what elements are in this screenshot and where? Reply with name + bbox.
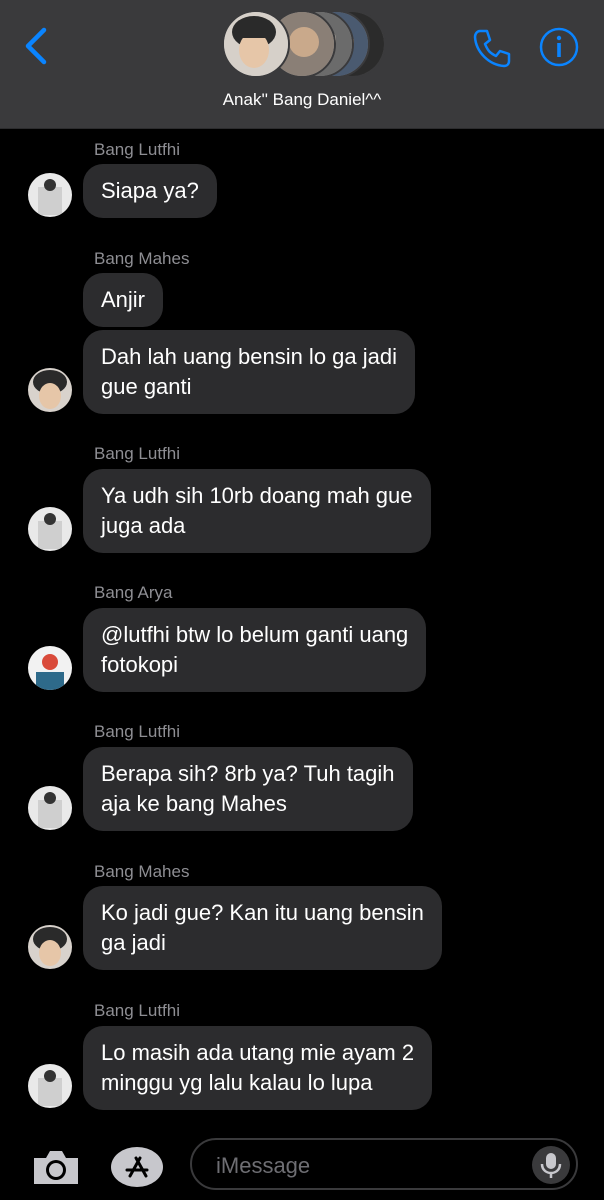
message-bubble[interactable]: Anjir xyxy=(83,273,164,327)
conversation-header: Anak'' Bang Daniel^^ xyxy=(0,0,604,129)
sender-name: Bang Mahes xyxy=(94,249,190,268)
app-store-button[interactable] xyxy=(110,1146,164,1188)
avatar xyxy=(28,925,72,969)
app-store-icon xyxy=(111,1147,163,1187)
sender-name: Bang Arya xyxy=(94,583,173,602)
sender-name: Bang Lutfhi xyxy=(94,722,181,741)
message-bubble[interactable]: Dah lah uang bensin lo ga jadi gue ganti xyxy=(83,330,416,414)
message-field[interactable] xyxy=(190,1138,578,1190)
sender-name: Bang Mahes xyxy=(94,862,190,881)
message-bubble[interactable]: @lutfhi btw lo belum ganti uang fotokopi xyxy=(83,608,427,692)
avatar xyxy=(28,1064,72,1108)
sender-name: Bang Lutfhi xyxy=(94,444,181,463)
avatar xyxy=(28,173,72,217)
avatar xyxy=(28,786,72,830)
avatar xyxy=(28,507,72,551)
sender-name: Bang Lutfhi xyxy=(94,140,181,159)
info-icon xyxy=(539,27,579,67)
group-avatar-stack[interactable] xyxy=(222,10,386,78)
group-name[interactable]: Anak'' Bang Daniel^^ xyxy=(0,90,604,110)
message-bubble[interactable]: Lo masih ada utang mie ayam 2 minggu yg … xyxy=(83,1026,433,1110)
message-input[interactable] xyxy=(214,1150,518,1182)
group-member-avatar xyxy=(222,10,290,78)
info-button[interactable] xyxy=(538,26,580,68)
sender-name: Bang Lutfhi xyxy=(94,1001,181,1020)
call-button[interactable] xyxy=(470,26,514,70)
message-composer xyxy=(0,1128,604,1200)
message-bubble[interactable]: Ya udh sih 10rb doang mah gue juga ada xyxy=(83,469,431,553)
back-button[interactable] xyxy=(22,26,52,66)
microphone-icon xyxy=(540,1153,562,1178)
avatar xyxy=(28,368,72,412)
microphone-button[interactable] xyxy=(532,1146,570,1184)
message-bubble[interactable]: Berapa sih? 8rb ya? Tuh tagih aja ke ban… xyxy=(83,747,413,831)
avatar xyxy=(28,646,72,690)
camera-icon xyxy=(34,1151,78,1184)
chevron-left-icon xyxy=(25,27,47,65)
message-bubble[interactable]: Ko jadi gue? Kan itu uang bensin ga jadi xyxy=(83,886,442,970)
phone-icon xyxy=(473,29,511,68)
message-bubble[interactable]: Siapa ya? xyxy=(83,164,217,218)
camera-button[interactable] xyxy=(30,1146,82,1188)
